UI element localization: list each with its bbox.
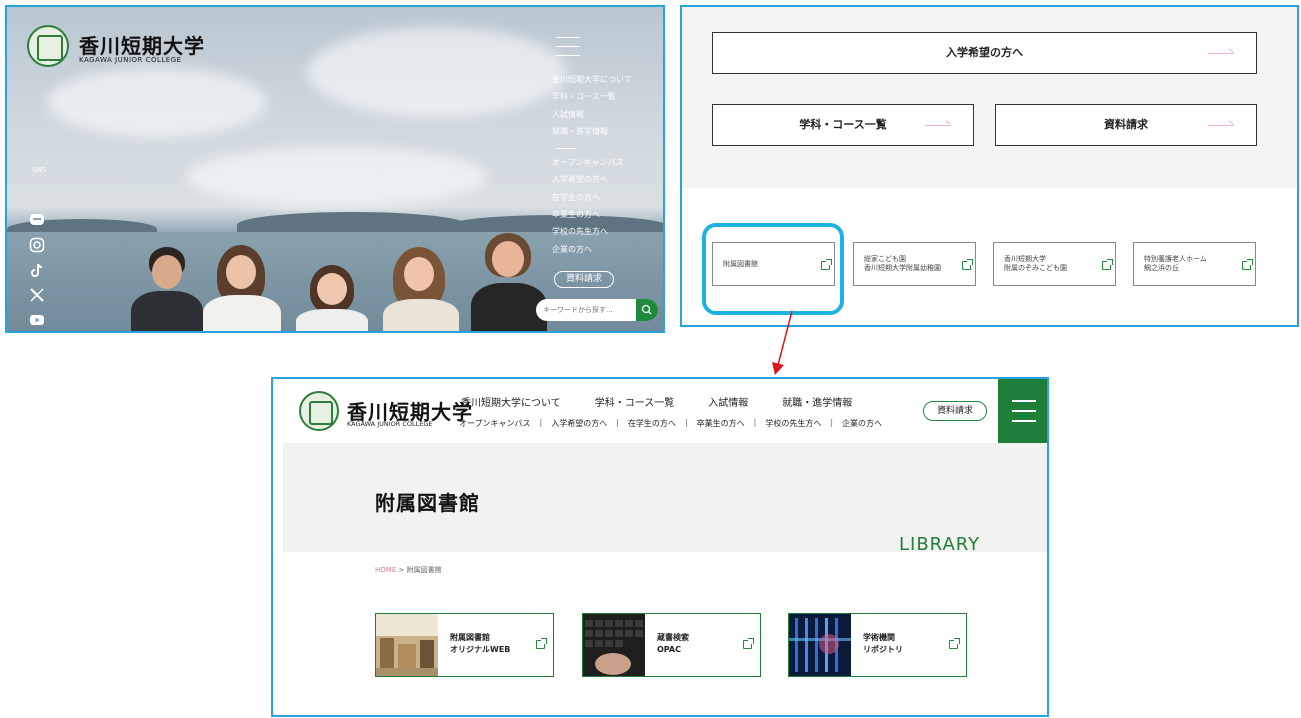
library-card-opac[interactable]: 蔵書検索 OPAC xyxy=(582,613,761,677)
nav-teachers[interactable]: 学校の先生方へ xyxy=(765,418,821,429)
card-label: OPAC xyxy=(657,645,681,654)
nav-alumni[interactable]: 卒業生の方へ xyxy=(697,418,745,429)
page-title: 附属図書館 xyxy=(375,491,480,515)
nav-prospective[interactable]: 入学希望の方へ xyxy=(551,418,607,429)
hamburger-line xyxy=(1012,410,1036,412)
nav-current-students[interactable]: 在学生の方へ xyxy=(628,418,676,429)
data-repository-thumbnail xyxy=(789,614,851,676)
nav-companies[interactable]: 企業の方へ xyxy=(842,418,882,429)
breadcrumb-current: 附属図書館 xyxy=(406,566,442,574)
card-label: オリジナルWEB xyxy=(450,645,511,654)
hamburger-line xyxy=(1012,400,1036,402)
college-name-en: KAGAWA JUNIOR COLLEGE xyxy=(347,420,433,428)
card-label: 蔵書検索 xyxy=(657,633,689,642)
nav-courses[interactable]: 学科・コース一覧 xyxy=(595,394,675,409)
nav-about[interactable]: 香川短期大学について xyxy=(461,394,561,409)
library-interior-thumbnail xyxy=(376,614,438,676)
nav-admissions[interactable]: 入試情報 xyxy=(708,394,748,409)
site-header: 香川短期大学 KAGAWA JUNIOR COLLEGE 香川短期大学について … xyxy=(273,379,1047,445)
keyboard-thumbnail xyxy=(583,614,645,676)
hamburger-line xyxy=(1012,420,1036,422)
library-page-screenshot: 香川短期大学 KAGAWA JUNIOR COLLEGE 香川短期大学について … xyxy=(271,377,1049,717)
card-label: 学術機関 xyxy=(863,633,895,642)
hamburger-menu-button[interactable] xyxy=(998,379,1047,443)
nav-divider: | xyxy=(616,418,619,427)
external-link-icon xyxy=(949,638,960,649)
nav-divider: | xyxy=(753,418,757,427)
nav-open-campus[interactable]: オープンキャンパス xyxy=(459,418,531,429)
nav-careers[interactable]: 就職・進学情報 xyxy=(782,394,852,409)
library-card-repository[interactable]: 学術機関 リポジトリ xyxy=(788,613,967,677)
college-logo-mark[interactable] xyxy=(299,391,339,431)
request-materials-button[interactable]: 資料請求 xyxy=(923,401,987,421)
secondary-nav: オープンキャンパス | 入学希望の方へ | 在学生の方へ | 卒業生の方へ | 学校の先… xyxy=(459,418,882,429)
nav-divider: | xyxy=(684,418,688,427)
card-label: リポジトリ xyxy=(863,645,903,654)
external-link-icon xyxy=(743,638,754,649)
library-card-original-web[interactable]: 附属図書館オリジナルWEB xyxy=(375,613,554,677)
nav-divider: | xyxy=(830,418,834,427)
page-title-en: LIBRARY xyxy=(899,534,981,555)
external-link-icon xyxy=(536,638,547,649)
card-label: 附属図書館 xyxy=(450,633,490,642)
nav-divider: | xyxy=(539,418,543,427)
breadcrumb: HOME > 附属図書館 xyxy=(375,565,442,575)
primary-nav: 香川短期大学について 学科・コース一覧 入試情報 就職・進学情報 xyxy=(461,394,886,409)
breadcrumb-home[interactable]: HOME xyxy=(375,566,396,574)
breadcrumb-separator: > xyxy=(398,566,405,574)
